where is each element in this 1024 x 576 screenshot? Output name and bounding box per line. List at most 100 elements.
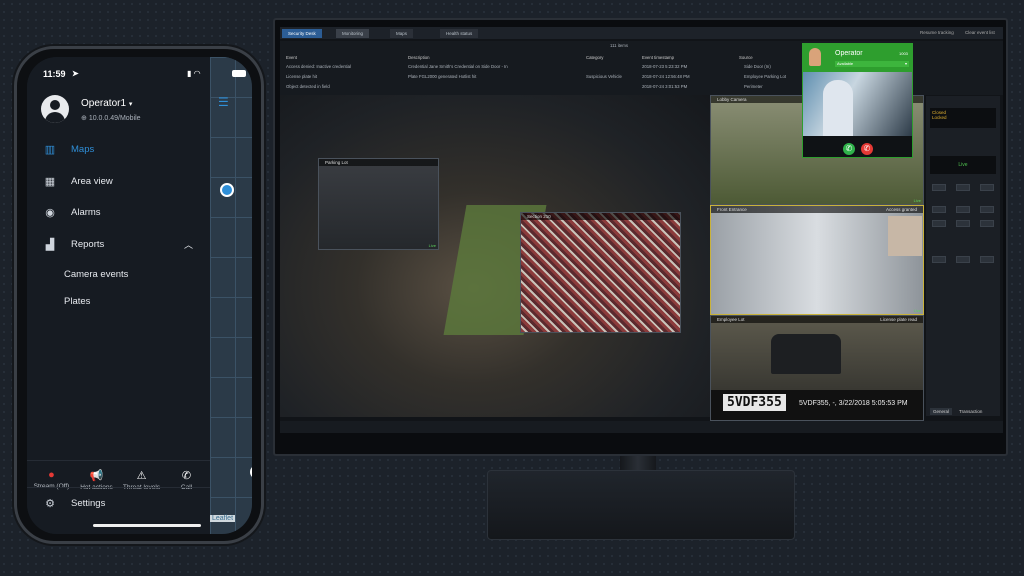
control-button[interactable] xyxy=(932,256,946,263)
tab-health-status[interactable]: Health status xyxy=(440,29,479,38)
plate-image: 5VDF355 xyxy=(723,394,786,411)
avatar[interactable] xyxy=(41,95,69,123)
column-header[interactable]: Category xyxy=(586,55,603,60)
menu-label: Alarms xyxy=(71,207,101,218)
ptz-button[interactable] xyxy=(980,220,994,227)
menu-item-area-view[interactable]: ▦ Area view xyxy=(43,175,113,188)
cell: Side Door (In) xyxy=(744,64,771,69)
tile-caption: Section 210 xyxy=(521,213,680,220)
control-button[interactable] xyxy=(980,256,994,263)
tab-maps[interactable]: Maps xyxy=(390,29,414,38)
control-button[interactable] xyxy=(980,184,994,191)
status-time: 11:59 xyxy=(43,69,66,79)
cell: Access denied: Inactive credential xyxy=(286,64,351,69)
ptz-button[interactable] xyxy=(956,220,970,227)
menu-item-maps[interactable]: ▥ Maps xyxy=(43,143,94,156)
live-status: Live xyxy=(930,156,996,174)
cell: Suspicious Vehicle xyxy=(586,74,622,79)
ptz-button[interactable] xyxy=(932,220,946,227)
user-name[interactable]: Operator1 ▾ xyxy=(81,98,132,109)
lpr-label: License plate read xyxy=(880,317,917,322)
phone-icon: ✆ xyxy=(181,470,192,482)
ptz-button[interactable] xyxy=(956,206,970,213)
panel-tab-general[interactable]: General xyxy=(930,408,953,415)
car-image xyxy=(771,334,841,374)
incoming-call-popup: Operator 1003 Available ▾ ✆ ✆ xyxy=(802,43,913,158)
tab-bar: Security Desk Monitoring Maps Health sta… xyxy=(280,27,1003,39)
menu-label: Settings xyxy=(71,498,106,509)
panel-tab-transaction[interactable]: Transaction xyxy=(956,408,985,415)
tab-monitoring[interactable]: Monitoring xyxy=(336,29,370,38)
accept-call-button[interactable]: ✆ xyxy=(843,143,855,155)
server-address-text: 10.0.0.49/Mobile xyxy=(88,115,141,122)
item-count: 111 items xyxy=(610,43,628,48)
top-action-clear[interactable]: Clear event list xyxy=(965,30,995,35)
siren-icon: ⚠ xyxy=(136,470,147,482)
control-button[interactable] xyxy=(956,184,970,191)
menu-item-alarms[interactable]: ◉ Alarms xyxy=(43,206,101,219)
ptz-button[interactable] xyxy=(932,206,946,213)
map-attribution[interactable]: Leaflet xyxy=(210,515,236,522)
call-header: Operator 1003 Available ▾ xyxy=(803,44,912,72)
monitor-stand-base xyxy=(487,470,795,540)
map-icon: ▥ xyxy=(44,144,56,156)
plate-read-text: 5VDF355, -, 3/22/2018 5:05:53 PM xyxy=(799,400,908,407)
server-address: ⊕ 10.0.0.49/Mobile xyxy=(81,115,141,122)
control-panel: Closed Locked Live General Transaction xyxy=(926,96,1000,416)
security-desk-app: Security Desk Monitoring Maps Health sta… xyxy=(280,27,1003,433)
parking-lot-tile[interactable]: Parking Lot Live xyxy=(318,158,439,250)
gear-icon: ⚙ xyxy=(45,498,55,510)
menu-label: Maps xyxy=(71,144,95,155)
navigation-drawer: 11:59 ➤ ▮ ◠ Operator1 ▾ ⊕ 10.0.0.49/Mobi… xyxy=(27,57,246,534)
submenu-item-plates[interactable]: Plates xyxy=(64,296,90,307)
employee-lot-tile[interactable]: Employee Lot License plate read 5VDF355 5… xyxy=(710,315,924,421)
cell: Employee Parking Lot xyxy=(744,74,787,79)
battery-icon xyxy=(232,70,246,77)
tab-security-desk[interactable]: Security Desk xyxy=(282,29,322,38)
building-icon: ▦ xyxy=(44,176,56,188)
decline-call-button[interactable]: ✆ xyxy=(861,143,873,155)
column-header[interactable]: Event xyxy=(286,55,297,60)
menu-item-reports[interactable]: ▟ Reports ︿ xyxy=(43,238,193,251)
status-value: Available xyxy=(837,61,854,66)
cell: License plate hit xyxy=(286,74,318,79)
user-name-text: Operator1 xyxy=(81,98,127,109)
live-indicator: Live xyxy=(913,308,921,313)
control-button[interactable] xyxy=(932,184,946,191)
camera-map-pin-icon[interactable] xyxy=(250,465,252,479)
menu-label: Reports xyxy=(71,239,105,250)
column-header[interactable]: Event timestamp xyxy=(642,55,674,60)
hamburger-menu-icon[interactable]: ☰ xyxy=(218,95,229,109)
chevron-up-icon: ︿ xyxy=(183,240,193,250)
megaphone-icon: 📢 xyxy=(89,470,104,482)
status-dropdown[interactable]: Available ▾ xyxy=(835,61,909,67)
cell: 2018-07-24 12:56:48 PM xyxy=(642,74,690,79)
divider xyxy=(27,487,210,488)
column-header[interactable]: Description xyxy=(408,55,430,60)
chevron-down-icon: ▾ xyxy=(128,101,133,108)
tile-title: Front Entrance xyxy=(717,207,747,212)
cell: Object detected in field xyxy=(286,84,330,89)
map-view[interactable]: ☰ Leaflet xyxy=(210,57,252,534)
column-header[interactable]: Source xyxy=(739,55,753,60)
door-status: Closed Locked xyxy=(930,108,996,128)
menu-item-settings[interactable]: ⚙ Settings xyxy=(43,497,105,510)
section-210-tile[interactable]: Section 210 xyxy=(520,212,681,333)
cell: Plate FGL2000 generated Hotlist hit xyxy=(408,74,477,79)
top-action-resume[interactable]: Resume tracking xyxy=(920,30,954,35)
bar-chart-icon: ▟ xyxy=(45,239,55,251)
tile-title: Employee Lot xyxy=(717,317,745,322)
camera-map-pin-icon[interactable] xyxy=(220,183,234,197)
caller-extension: 1003 xyxy=(899,51,908,56)
control-button[interactable] xyxy=(956,256,970,263)
access-status: Access granted xyxy=(885,207,917,212)
door-locked: Locked xyxy=(932,115,947,120)
front-entrance-tile[interactable]: Front Entrance Access granted Live xyxy=(710,205,924,315)
submenu-item-camera-events[interactable]: Camera events xyxy=(64,269,128,280)
desktop-monitor: Security Desk Monitoring Maps Health sta… xyxy=(273,18,1008,456)
cell: 2018-07-23 5:23:32 PM xyxy=(642,64,688,69)
ptz-button[interactable] xyxy=(980,206,994,213)
chevron-down-icon: ▾ xyxy=(904,61,907,66)
caller-avatar xyxy=(809,48,821,66)
signal-icon: ▮ xyxy=(187,69,192,78)
